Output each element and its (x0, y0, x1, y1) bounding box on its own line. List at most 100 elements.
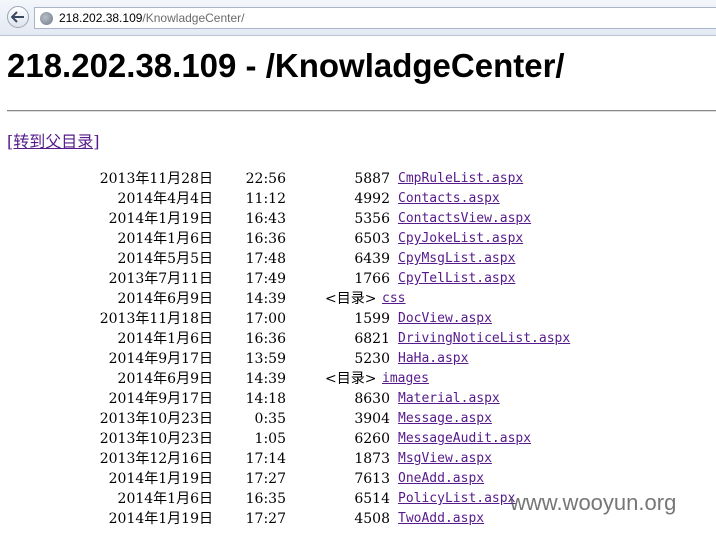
horizontal-rule (7, 110, 716, 112)
entry-size: 4992 (354, 191, 390, 207)
entry-size: 6821 (354, 331, 390, 347)
entry-time: 17:14 (245, 451, 286, 467)
entry-time: 16:36 (245, 331, 286, 347)
file-link[interactable]: DocView.aspx (398, 309, 492, 329)
listing-row: 2013年10月23日 1:05 6260 MessageAudit.aspx (0, 429, 716, 449)
file-link[interactable]: Contacts.aspx (398, 189, 500, 209)
page-title: 218.202.38.109 - /KnowladgeCenter/ (7, 47, 565, 84)
back-arrow-icon (11, 11, 24, 23)
entry-size: 1599 (354, 311, 390, 327)
entry-date: 2013年10月23日 (99, 411, 213, 427)
entry-date: 2013年10月23日 (99, 431, 213, 447)
entry-date: 2014年5月5日 (117, 251, 213, 267)
entry-time: 17:27 (245, 471, 286, 487)
file-link[interactable]: MessageAudit.aspx (398, 429, 531, 449)
entry-size: 6439 (354, 251, 390, 267)
listing-row: 2014年9月17日 13:59 5230 HaHa.aspx (0, 349, 716, 369)
entry-time: 17:49 (245, 271, 286, 287)
listing-row: 2014年1月6日 16:36 6503 CpyJokeList.aspx (0, 229, 716, 249)
entry-date: 2014年1月19日 (108, 211, 213, 227)
file-link[interactable]: OneAdd.aspx (398, 469, 484, 489)
file-link[interactable]: Material.aspx (398, 389, 500, 409)
listing-row: 2014年6月9日 14:39 <目录> css (0, 289, 716, 309)
listing-row: 2014年1月19日 16:43 5356 ContactsView.aspx (0, 209, 716, 229)
entry-date: 2014年4月4日 (117, 191, 213, 207)
entry-time: 16:36 (245, 231, 286, 247)
file-link[interactable]: CpyJokeList.aspx (398, 229, 523, 249)
directory-tag: <目录> (325, 291, 377, 307)
file-link[interactable]: ContactsView.aspx (398, 209, 531, 229)
listing-row: 2013年11月18日 17:00 1599 DocView.aspx (0, 309, 716, 329)
directory-link[interactable]: images (382, 369, 429, 389)
entry-size: 5887 (354, 171, 390, 187)
entry-time: 0:35 (254, 411, 286, 427)
entry-time: 17:27 (245, 511, 286, 527)
entry-size: 6503 (354, 231, 390, 247)
listing-row: 2013年11月28日 22:56 5887 CmpRuleList.aspx (0, 169, 716, 189)
entry-size: 5230 (354, 351, 390, 367)
listing-row: 2013年12月16日 17:14 1873 MsgView.aspx (0, 449, 716, 469)
address-bar[interactable]: 218.202.38.109/KnowladgeCenter/ (34, 7, 716, 29)
listing-row: 2013年10月23日 0:35 3904 Message.aspx (0, 409, 716, 429)
entry-date: 2014年1月19日 (108, 471, 213, 487)
entry-date: 2014年1月6日 (117, 231, 213, 247)
directory-listing: 2013年11月28日 22:56 5887 CmpRuleList.aspx 2014… (0, 169, 716, 529)
entry-date: 2013年7月11日 (108, 271, 213, 287)
file-link[interactable]: MsgView.aspx (398, 449, 492, 469)
listing-row: 2013年7月11日 17:49 1766 CpyTelList.aspx (0, 269, 716, 289)
listing-row: 2014年9月17日 14:18 8630 Material.aspx (0, 389, 716, 409)
directory-link[interactable]: css (382, 289, 405, 309)
entry-size: 8630 (354, 391, 390, 407)
entry-size: 1873 (354, 451, 390, 467)
listing-row: 2014年1月19日 17:27 7613 OneAdd.aspx (0, 469, 716, 489)
entry-size: 4508 (354, 511, 390, 527)
entry-time: 16:43 (245, 211, 286, 227)
entry-time: 16:35 (245, 491, 286, 507)
entry-date: 2014年1月19日 (108, 511, 213, 527)
entry-time: 1:05 (254, 431, 286, 447)
entry-time: 13:59 (245, 351, 286, 367)
entry-time: 14:39 (245, 291, 286, 307)
file-link[interactable]: Message.aspx (398, 409, 492, 429)
entry-time: 17:48 (245, 251, 286, 267)
file-link[interactable]: CmpRuleList.aspx (398, 169, 523, 189)
entry-size: 6260 (354, 431, 390, 447)
entry-size: 7613 (354, 471, 390, 487)
entry-date: 2013年11月18日 (99, 311, 213, 327)
file-link[interactable]: DrivingNoticeList.aspx (398, 329, 570, 349)
file-link[interactable]: CpyTelList.aspx (398, 269, 515, 289)
entry-time: 11:12 (245, 191, 286, 207)
url-path: /KnowladgeCenter/ (142, 11, 245, 25)
browser-toolbar: 218.202.38.109/KnowladgeCenter/ (0, 0, 716, 36)
file-link[interactable]: CpyMsgList.aspx (398, 249, 515, 269)
entry-date: 2014年6月9日 (117, 291, 213, 307)
listing-row: 2014年1月6日 16:36 6821 DrivingNoticeList.aspx (0, 329, 716, 349)
file-link[interactable]: TwoAdd.aspx (398, 509, 484, 529)
entry-date: 2014年9月17日 (108, 391, 213, 407)
url-host: 218.202.38.109 (59, 11, 143, 25)
entry-size: 1766 (354, 271, 390, 287)
url-text[interactable]: 218.202.38.109/KnowladgeCenter/ (59, 11, 245, 25)
listing-row: 2014年5月5日 17:48 6439 CpyMsgList.aspx (0, 249, 716, 269)
entry-date: 2014年9月17日 (108, 351, 213, 367)
entry-date: 2014年1月6日 (117, 491, 213, 507)
file-link[interactable]: PolicyList.aspx (398, 489, 515, 509)
file-link[interactable]: HaHa.aspx (398, 349, 468, 369)
listing-row: 2014年4月4日 11:12 4992 Contacts.aspx (0, 189, 716, 209)
entry-size: 5356 (354, 211, 390, 227)
back-button[interactable] (7, 6, 29, 28)
entry-date: 2014年6月9日 (117, 371, 213, 387)
entry-size: 3904 (354, 411, 390, 427)
entry-date: 2014年1月6日 (117, 331, 213, 347)
entry-size: 6514 (354, 491, 390, 507)
globe-icon (40, 11, 53, 25)
listing-row: 2014年6月9日 14:39 <目录> images (0, 369, 716, 389)
entry-time: 17:00 (245, 311, 286, 327)
entry-time: 22:56 (245, 171, 286, 187)
parent-directory-link[interactable]: [转到父目录] (7, 128, 100, 152)
entry-date: 2013年12月16日 (99, 451, 213, 467)
entry-date: 2013年11月28日 (99, 171, 213, 187)
watermark: www.wooyun.org (510, 490, 677, 515)
entry-time: 14:39 (245, 371, 286, 387)
directory-tag: <目录> (325, 371, 377, 387)
